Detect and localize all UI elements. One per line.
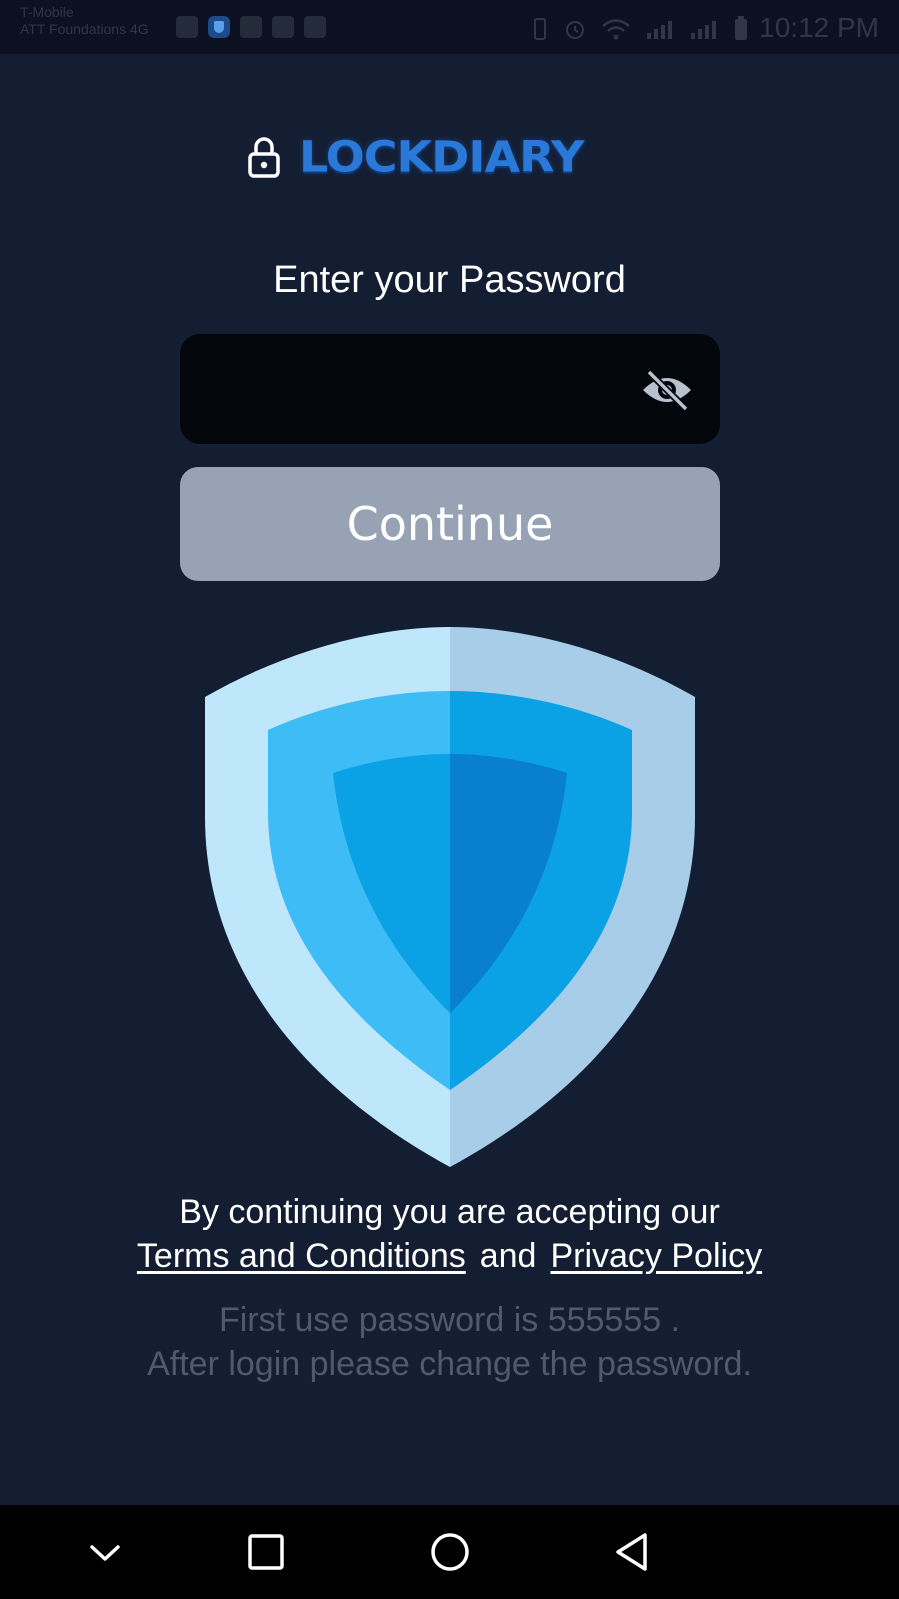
system-icons bbox=[531, 16, 749, 42]
navigation-bar bbox=[0, 1505, 899, 1599]
privacy-policy-link[interactable]: Privacy Policy bbox=[550, 1237, 762, 1275]
carrier-line-2: ATT Foundations 4G bbox=[20, 21, 149, 37]
terms-prefix: By continuing you are accepting our bbox=[179, 1193, 720, 1231]
notification-icons bbox=[176, 16, 326, 38]
notification-icon bbox=[176, 16, 198, 38]
alarm-icon bbox=[566, 21, 584, 39]
password-field[interactable] bbox=[180, 334, 720, 446]
login-screen: T-Mobile ATT Foundations 4G 10:12 PM LOC… bbox=[0, 0, 899, 1599]
terms-and-conditions-link[interactable]: Terms and Conditions bbox=[137, 1237, 466, 1275]
terms-links-row: Terms and Conditions and Privacy Policy bbox=[0, 1234, 899, 1278]
circle-home-icon[interactable] bbox=[425, 1527, 475, 1577]
password-input[interactable] bbox=[204, 334, 628, 446]
triangle-back-icon[interactable] bbox=[608, 1527, 658, 1577]
logo-wordmark: LOCKDIARY bbox=[299, 132, 584, 182]
carrier-line-1: T-Mobile bbox=[20, 4, 74, 20]
eye-off-icon[interactable] bbox=[640, 368, 694, 412]
chevron-down-icon[interactable] bbox=[80, 1527, 130, 1577]
hint-line-2: After login please change the password. bbox=[147, 1345, 752, 1383]
status-bar: T-Mobile ATT Foundations 4G 10:12 PM bbox=[0, 0, 899, 54]
page-title: Enter your Password bbox=[273, 259, 626, 301]
square-recents-icon[interactable] bbox=[241, 1527, 291, 1577]
password-hint: First use password is 555555 . After log… bbox=[0, 1298, 899, 1386]
shield-illustration bbox=[205, 627, 695, 1167]
signal-icon bbox=[647, 21, 672, 39]
hint-line-1: First use password is 555555 . bbox=[218, 1301, 681, 1339]
mail-icon bbox=[272, 16, 294, 38]
vibrate-icon bbox=[534, 18, 546, 40]
carrier-info: T-Mobile ATT Foundations 4G bbox=[20, 4, 149, 38]
wifi-icon bbox=[602, 19, 630, 40]
terms-conjunction: and bbox=[479, 1237, 537, 1275]
app-logo: LOCKDIARY bbox=[247, 132, 584, 182]
terms-notice: By continuing you are accepting our Term… bbox=[0, 1190, 899, 1278]
continue-button[interactable]: Continue bbox=[180, 467, 720, 581]
gallery-icon bbox=[304, 16, 326, 38]
status-clock: 10:12 PM bbox=[759, 12, 879, 43]
lock-icon bbox=[247, 136, 281, 178]
signal-icon-2 bbox=[691, 21, 716, 39]
shield-notification-icon bbox=[208, 16, 230, 38]
battery-icon bbox=[735, 16, 747, 40]
notification-icon bbox=[240, 16, 262, 38]
